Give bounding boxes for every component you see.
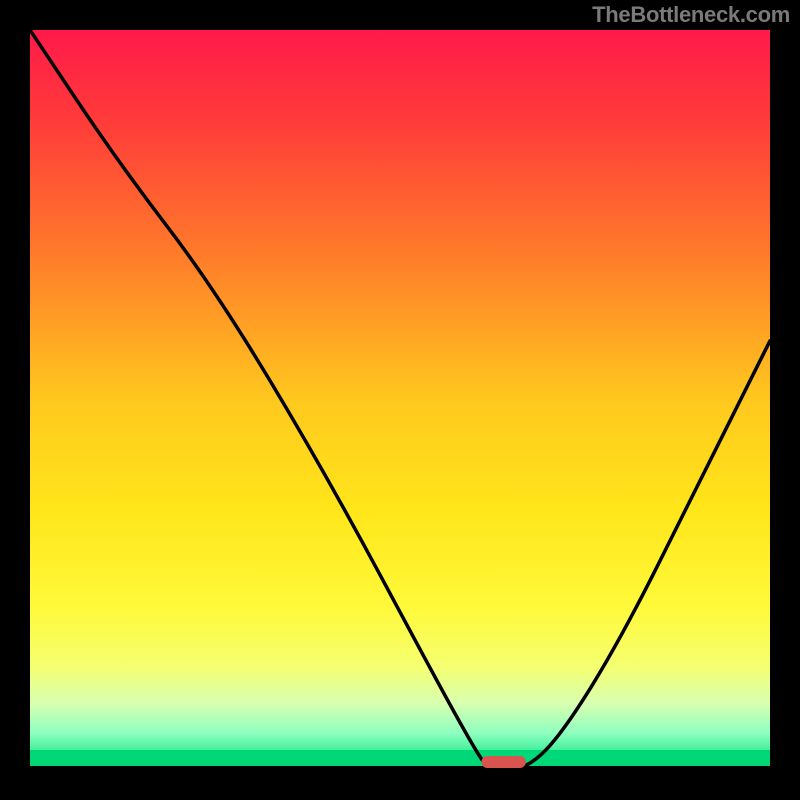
chart-container: TheBottleneck.com [0,0,800,800]
plot-area [30,30,770,770]
bottleneck-chart [30,30,770,770]
gradient-background [30,30,770,770]
watermark-text: TheBottleneck.com [592,2,790,28]
optimum-marker [481,756,525,768]
